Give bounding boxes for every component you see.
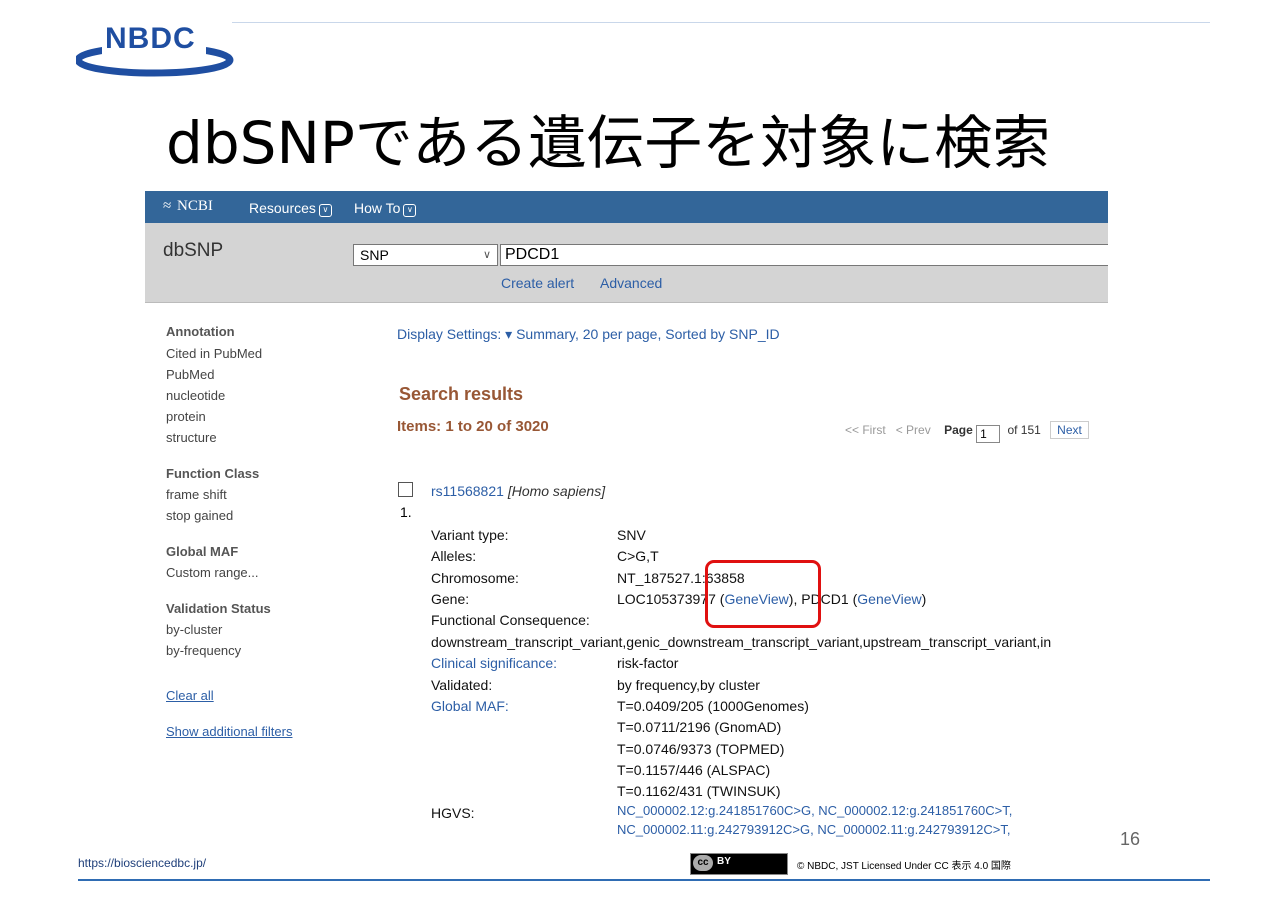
- clinical-significance-value: risk-factor: [617, 655, 679, 671]
- page-number-input[interactable]: 1: [976, 425, 1001, 443]
- gene-label: Gene:: [431, 591, 470, 607]
- search-input[interactable]: PDCD1: [500, 244, 1108, 266]
- pager-prev[interactable]: < Prev: [896, 423, 931, 437]
- result-id-link[interactable]: rs11568821: [431, 483, 504, 499]
- search-panel: dbSNP SNP ∨ PDCD1 Create alert Advanced: [145, 223, 1108, 303]
- nav-how-to[interactable]: How To ∨: [354, 200, 417, 217]
- ncbi-header-bar: ≈ NCBI Resources ∨ How To ∨: [145, 191, 1108, 223]
- advanced-link[interactable]: Advanced: [600, 275, 662, 291]
- filter-frame-shift[interactable]: frame shift: [166, 487, 227, 502]
- result-checkbox[interactable]: [398, 482, 413, 497]
- consequence-label: Functional Consequence:: [431, 612, 590, 628]
- database-select[interactable]: SNP ∨: [353, 244, 498, 266]
- filter-by-cluster[interactable]: by-cluster: [166, 622, 222, 637]
- pager-of: of 151: [1007, 423, 1041, 437]
- pager: << First < Prev Page 1 of 151 Next: [845, 421, 1089, 443]
- maf-value: T=0.0711/2196 (GnomAD): [617, 719, 782, 735]
- bottom-divider: [78, 879, 1210, 881]
- chevron-down-icon: ∨: [403, 204, 417, 217]
- pager-page-label: Page: [944, 423, 973, 437]
- filter-structure[interactable]: structure: [166, 430, 217, 445]
- filter-heading-validation-status: Validation Status: [166, 601, 271, 616]
- clinical-significance-link[interactable]: Clinical significance:: [431, 655, 557, 671]
- database-title: dbSNP: [163, 240, 224, 261]
- chevron-down-icon: ∨: [482, 249, 491, 261]
- maf-value: T=0.1157/446 (ALSPAC): [617, 762, 771, 778]
- filter-custom-range[interactable]: Custom range...: [166, 565, 259, 580]
- consequence-value: downstream_transcript_variant,genic_down…: [431, 634, 1052, 650]
- slide-number: 16: [1120, 829, 1141, 849]
- pager-next[interactable]: Next: [1050, 421, 1089, 439]
- filter-cited-in-pubmed[interactable]: Cited in PubMed: [166, 346, 262, 361]
- variant-type-value: SNV: [617, 527, 646, 543]
- result-number: 1.: [400, 504, 412, 520]
- slide-title: dbSNPである遺伝子を対象に検索: [166, 109, 1051, 177]
- ncbi-helix-icon: ≈: [163, 198, 172, 214]
- geneview-link[interactable]: GeneView: [857, 591, 921, 607]
- ncbi-screenshot: ≈ NCBI Resources ∨ How To ∨ dbSNP SNP ∨ PD…: [145, 191, 1108, 841]
- caret-down-icon: ▾: [505, 326, 513, 342]
- logo-text: NBDC: [105, 22, 196, 55]
- display-settings[interactable]: Display Settings: ▾ Summary, 20 per page…: [397, 326, 780, 343]
- result-species: [Homo sapiens]: [507, 483, 606, 499]
- validated-label: Validated:: [431, 677, 493, 693]
- top-divider: [232, 22, 1210, 23]
- filter-nucleotide[interactable]: nucleotide: [166, 388, 225, 403]
- items-count: Items: 1 to 20 of 3020: [397, 418, 549, 435]
- alleles-value: C>G,T: [617, 548, 659, 564]
- global-maf-link[interactable]: Global MAF:: [431, 698, 509, 714]
- copyright-text: © NBDC, JST Licensed Under CC 表示 4.0 国際: [797, 861, 1011, 872]
- result-title: rs11568821 [Homo sapiens]: [431, 483, 605, 499]
- filter-stop-gained[interactable]: stop gained: [166, 508, 233, 523]
- nav-resources[interactable]: Resources ∨: [249, 200, 332, 217]
- footer-url: https://biosciencedbc.jp/: [78, 856, 207, 870]
- pager-first[interactable]: << First: [845, 423, 886, 437]
- create-alert-link[interactable]: Create alert: [501, 275, 574, 291]
- results-heading: Search results: [399, 384, 524, 404]
- ncbi-logo[interactable]: ≈ NCBI: [163, 198, 213, 215]
- hgvs-link[interactable]: NC_000002.11:g.242793912C>G, NC_000002.1…: [617, 822, 1010, 837]
- clear-all-link[interactable]: Clear all: [166, 688, 214, 703]
- filter-heading-annotation: Annotation: [166, 324, 235, 339]
- maf-value: T=0.1162/431 (TWINSUK): [617, 783, 781, 799]
- filter-by-frequency[interactable]: by-frequency: [166, 643, 241, 658]
- validated-value: by frequency,by cluster: [617, 677, 760, 693]
- hgvs-link[interactable]: NC_000002.12:g.241851760C>G, NC_000002.1…: [617, 803, 1012, 818]
- maf-value: T=0.0746/9373 (TOPMED): [617, 741, 785, 757]
- hgvs-label: HGVS:: [431, 805, 475, 821]
- filter-protein[interactable]: protein: [166, 409, 206, 424]
- variant-type-label: Variant type:: [431, 527, 509, 543]
- chevron-down-icon: ∨: [318, 204, 332, 217]
- chromosome-label: Chromosome:: [431, 570, 519, 586]
- filter-pubmed[interactable]: PubMed: [166, 367, 214, 382]
- maf-value: T=0.0409/205 (1000Genomes): [617, 698, 809, 714]
- cc-by-badge: cc BY: [690, 853, 788, 875]
- filter-heading-function-class: Function Class: [166, 466, 260, 481]
- filter-heading-global-maf: Global MAF: [166, 544, 239, 559]
- highlight-box: [705, 560, 821, 628]
- show-additional-filters-link[interactable]: Show additional filters: [166, 724, 292, 739]
- alleles-label: Alleles:: [431, 548, 477, 564]
